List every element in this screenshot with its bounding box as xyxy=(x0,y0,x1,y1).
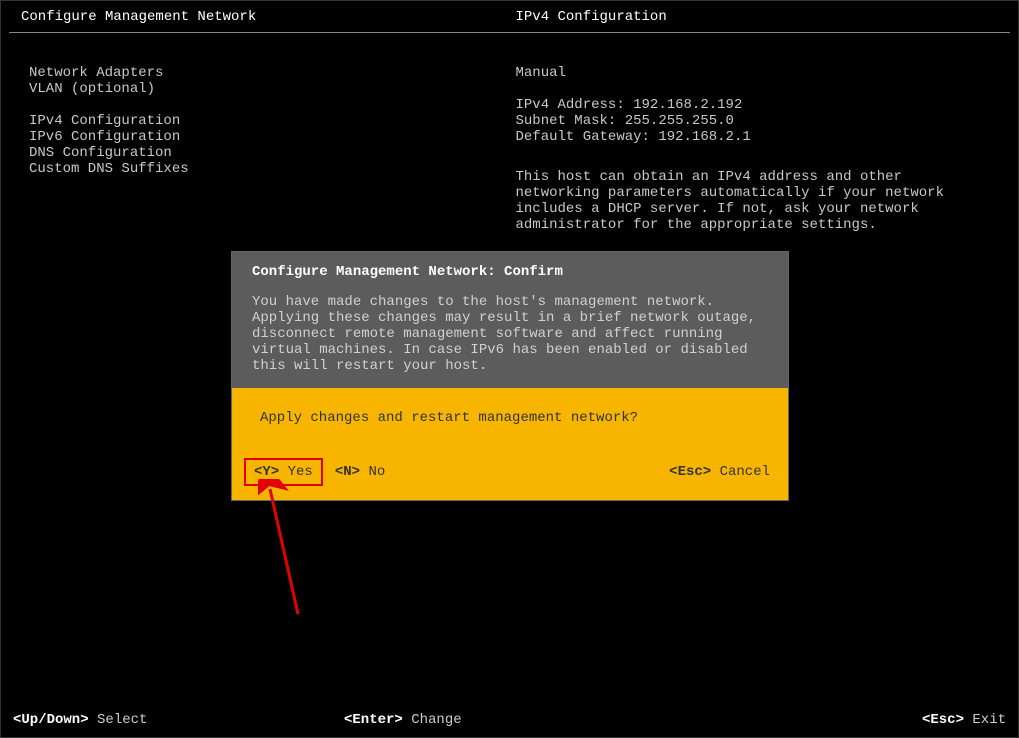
mask-value: 255.255.255.0 xyxy=(625,113,734,129)
menu-item-vlan[interactable]: VLAN (optional) xyxy=(29,81,510,97)
subnet-mask-line: Subnet Mask: 255.255.255.0 xyxy=(516,113,999,129)
yes-button[interactable]: <Y> Yes xyxy=(244,458,323,486)
cancel-label: Cancel xyxy=(711,464,770,480)
no-label: No xyxy=(360,464,385,480)
footer-right-key: <Esc> xyxy=(922,712,964,728)
main-area: Network Adapters VLAN (optional) IPv4 Co… xyxy=(9,33,1010,233)
confirm-dialog: Configure Management Network: Confirm Yo… xyxy=(231,251,789,501)
footer-left-label: Select xyxy=(89,712,148,728)
no-button[interactable]: <N> No xyxy=(335,464,385,480)
dialog-question: Apply changes and restart management net… xyxy=(260,410,768,426)
ipv4-label: IPv4 Address: xyxy=(516,97,634,113)
footer-left-key: <Up/Down> xyxy=(13,712,89,728)
footer-hint-change: <Enter> Change xyxy=(344,712,675,728)
header-title-left: Configure Management Network xyxy=(9,9,510,25)
footer-center-label: Change xyxy=(403,712,462,728)
yes-label: Yes xyxy=(279,464,313,480)
ip-mode: Manual xyxy=(516,65,999,81)
menu-item-dns[interactable]: DNS Configuration xyxy=(29,145,510,161)
footer-hint-select: <Up/Down> Select xyxy=(13,712,344,728)
footer-center-key: <Enter> xyxy=(344,712,403,728)
cancel-key: <Esc> xyxy=(669,464,711,480)
left-menu: Network Adapters VLAN (optional) IPv4 Co… xyxy=(21,41,510,233)
ipv4-address-line: IPv4 Address: 192.168.2.192 xyxy=(516,97,999,113)
mask-label: Subnet Mask: xyxy=(516,113,625,129)
footer-right-label: Exit xyxy=(964,712,1006,728)
dialog-button-row: <Y> Yes <N> No <Esc> Cancel xyxy=(232,436,788,500)
menu-item-network-adapters[interactable]: Network Adapters xyxy=(29,65,510,81)
menu-item-ipv4[interactable]: IPv4 Configuration xyxy=(29,113,510,129)
no-key: <N> xyxy=(335,464,360,480)
ipv4-value: 192.168.2.192 xyxy=(633,97,742,113)
menu-item-ipv6[interactable]: IPv6 Configuration xyxy=(29,129,510,145)
dialog-question-area: Apply changes and restart management net… xyxy=(232,388,788,436)
menu-group-2: IPv4 Configuration IPv6 Configuration DN… xyxy=(29,113,510,177)
menu-item-custom-dns[interactable]: Custom DNS Suffixes xyxy=(29,161,510,177)
dialog-message: You have made changes to the host's mana… xyxy=(232,290,788,388)
dialog-header: Configure Management Network: Confirm xyxy=(232,252,788,290)
yes-key: <Y> xyxy=(254,464,279,480)
footer-bar: <Up/Down> Select <Enter> Change <Esc> Ex… xyxy=(1,705,1018,737)
gw-label: Default Gateway: xyxy=(516,129,659,145)
footer-hint-exit: <Esc> Exit xyxy=(675,712,1006,728)
gateway-line: Default Gateway: 192.168.2.1 xyxy=(516,129,999,145)
header-bar: Configure Management Network IPv4 Config… xyxy=(9,1,1010,33)
menu-group-1: Network Adapters VLAN (optional) xyxy=(29,65,510,97)
ip-description: This host can obtain an IPv4 address and… xyxy=(516,169,986,233)
gw-value: 192.168.2.1 xyxy=(658,129,750,145)
cancel-button[interactable]: <Esc> Cancel xyxy=(669,464,770,480)
dialog-title: Configure Management Network: Confirm xyxy=(252,264,768,280)
annotation-arrow-icon xyxy=(258,479,328,629)
header-title-right: IPv4 Configuration xyxy=(510,9,1011,25)
dialog-message-text: You have made changes to the host's mana… xyxy=(252,294,768,374)
right-detail-panel: Manual IPv4 Address: 192.168.2.192 Subne… xyxy=(510,41,999,233)
